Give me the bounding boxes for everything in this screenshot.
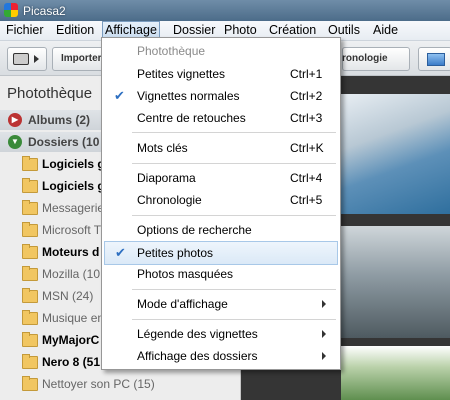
submenu-arrow-icon [322, 330, 326, 338]
library-title: Photothèque [7, 85, 93, 102]
folder-icon [22, 310, 38, 325]
submenu-arrow-icon [322, 352, 326, 360]
menu-separator [132, 319, 336, 320]
folder-icon [22, 288, 38, 303]
import-device-button[interactable] [7, 47, 47, 71]
screen-icon [427, 53, 445, 66]
folder-icon [22, 332, 38, 347]
folder-icon [22, 376, 38, 391]
menu-photo[interactable]: Photo [222, 22, 259, 38]
folder-icon [22, 222, 38, 237]
photo-thumbnail[interactable] [341, 226, 450, 338]
menu-item-mode-affichage[interactable]: Mode d'affichage [104, 293, 338, 315]
import-label: Importer [61, 53, 102, 64]
menu-item-petites-vignettes[interactable]: Petites vignettes Ctrl+1 [104, 63, 338, 85]
menu-dossier[interactable]: Dossier [171, 22, 217, 38]
expanded-arrow-icon: ▼ [8, 135, 22, 149]
menu-edition[interactable]: Edition [54, 22, 96, 38]
menu-creation[interactable]: Création [267, 22, 318, 38]
picasa-app-icon [4, 3, 18, 17]
chronologie-button[interactable]: ronologie [342, 47, 410, 71]
checkmark-icon: ✔ [115, 245, 126, 260]
albums-label: Albums (2) [28, 113, 91, 127]
menu-item-photos-masquees[interactable]: Photos masquées [104, 263, 338, 285]
dossiers-label: Dossiers (10 [28, 135, 100, 149]
menu-item-options-recherche[interactable]: Options de recherche [104, 219, 338, 241]
menu-item-petites-photos[interactable]: ✔ Petites photos [104, 241, 338, 265]
folder-icon [22, 244, 38, 259]
menu-item-mots-cles[interactable]: Mots clés Ctrl+K [104, 137, 338, 159]
title-bar: Picasa2 [0, 0, 450, 21]
play-arrow-icon [34, 55, 39, 63]
menu-item-affichage-dossiers[interactable]: Affichage des dossiers [104, 345, 338, 367]
folder-icon [22, 354, 38, 369]
collapsed-arrow-icon: ▶ [8, 113, 22, 127]
checkmark-icon: ✔ [114, 88, 125, 103]
menu-header: Photothèque [137, 44, 206, 58]
menu-item-chronologie[interactable]: Chronologie Ctrl+5 [104, 189, 338, 211]
menu-fichier[interactable]: Fichier [4, 22, 46, 38]
menu-aide[interactable]: Aide [371, 22, 400, 38]
menu-item-vignettes-normales[interactable]: ✔ Vignettes normales Ctrl+2 [104, 85, 338, 107]
menu-item-legende-vignettes[interactable]: Légende des vignettes [104, 323, 338, 345]
menu-outils[interactable]: Outils [326, 22, 362, 38]
chronologie-label: ronologie [342, 53, 388, 64]
photo-thumbnail[interactable] [341, 94, 450, 214]
menu-separator [132, 163, 336, 164]
menu-separator [132, 289, 336, 290]
folder-icon [22, 200, 38, 215]
folder-icon [22, 156, 38, 171]
submenu-arrow-icon [322, 300, 326, 308]
slideshow-button[interactable] [418, 47, 450, 71]
camera-icon [13, 53, 29, 65]
menu-separator [132, 132, 336, 133]
menu-item-diaporama[interactable]: Diaporama Ctrl+4 [104, 167, 338, 189]
folder-item[interactable]: Nettoyer son PC (15) [0, 374, 240, 394]
affichage-dropdown-menu: Photothèque Petites vignettes Ctrl+1 ✔ V… [101, 37, 341, 370]
window-title: Picasa2 [23, 4, 66, 18]
folder-icon [22, 178, 38, 193]
menu-separator [132, 215, 336, 216]
folder-icon [22, 266, 38, 281]
photo-thumbnail[interactable] [341, 346, 450, 400]
menu-item-centre-retouches[interactable]: Centre de retouches Ctrl+3 [104, 107, 338, 129]
